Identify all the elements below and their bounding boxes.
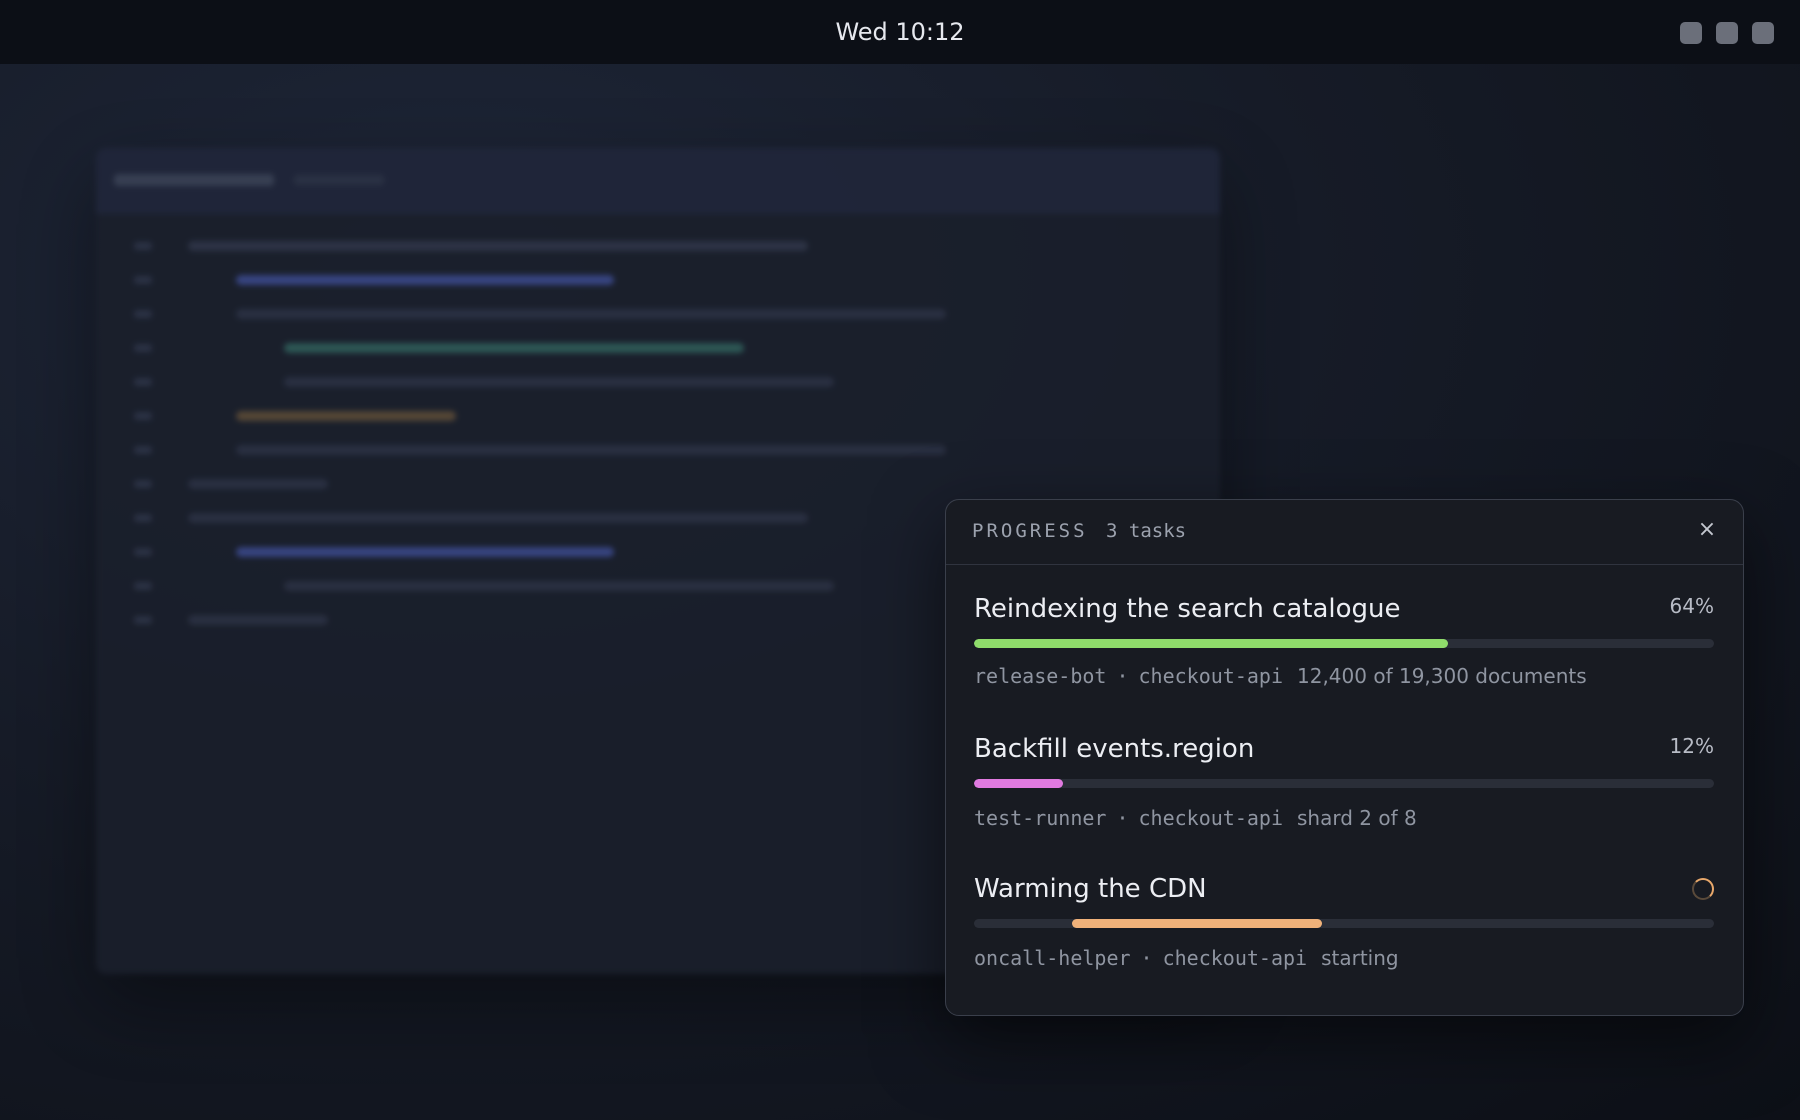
progress-panel: PROGRESS 3 tasks × Reindexing the search… bbox=[945, 499, 1744, 1016]
top-bar: Wed 10:12 bbox=[0, 0, 1800, 64]
desktop: Wed 10:12 PROGRESS 3 tasks × Reindexing … bbox=[0, 0, 1800, 1120]
loading-spinner-icon bbox=[1692, 878, 1714, 900]
task-owner: release-bot bbox=[974, 664, 1107, 688]
tray-icon[interactable] bbox=[1716, 22, 1738, 44]
task-title: Backfill events.region bbox=[974, 734, 1255, 764]
panel-title: PROGRESS bbox=[972, 520, 1088, 542]
progress-panel-header: PROGRESS 3 tasks × bbox=[946, 500, 1743, 565]
task-service: checkout-api bbox=[1162, 946, 1308, 970]
task-owner: oncall-helper bbox=[974, 946, 1131, 970]
progress-fill bbox=[1072, 919, 1322, 928]
tray-icon[interactable] bbox=[1752, 22, 1774, 44]
progress-fill bbox=[974, 779, 1063, 788]
task-meta: oncall-helper · checkout-api starting bbox=[974, 946, 1399, 970]
task-service: checkout-api bbox=[1138, 806, 1284, 830]
task-owner: test-runner bbox=[974, 806, 1107, 830]
progress-track bbox=[974, 919, 1714, 928]
background-window-header bbox=[96, 148, 1220, 214]
task-percent: 64% bbox=[1669, 594, 1714, 618]
progress-track bbox=[974, 639, 1714, 648]
task-meta: test-runner · checkout-api shard 2 of 8 bbox=[974, 806, 1417, 830]
system-tray bbox=[1680, 22, 1774, 44]
task-percent: 12% bbox=[1669, 734, 1714, 758]
separator: · bbox=[1140, 946, 1153, 970]
task-count: 3 tasks bbox=[1106, 520, 1187, 542]
task-title: Reindexing the search catalogue bbox=[974, 594, 1401, 624]
task-service: checkout-api bbox=[1138, 664, 1284, 688]
progress-track bbox=[974, 779, 1714, 788]
task-detail: starting bbox=[1321, 946, 1399, 970]
clock[interactable]: Wed 10:12 bbox=[0, 0, 1800, 64]
close-icon[interactable]: × bbox=[1695, 518, 1719, 542]
progress-fill bbox=[974, 639, 1448, 648]
tray-icon[interactable] bbox=[1680, 22, 1702, 44]
separator: · bbox=[1116, 664, 1129, 688]
task-title: Warming the CDN bbox=[974, 874, 1207, 904]
separator: · bbox=[1116, 806, 1129, 830]
task-detail: 12,400 of 19,300 documents bbox=[1297, 664, 1587, 688]
task-detail: shard 2 of 8 bbox=[1297, 806, 1417, 830]
task-meta: release-bot · checkout-api 12,400 of 19,300… bbox=[974, 664, 1587, 688]
